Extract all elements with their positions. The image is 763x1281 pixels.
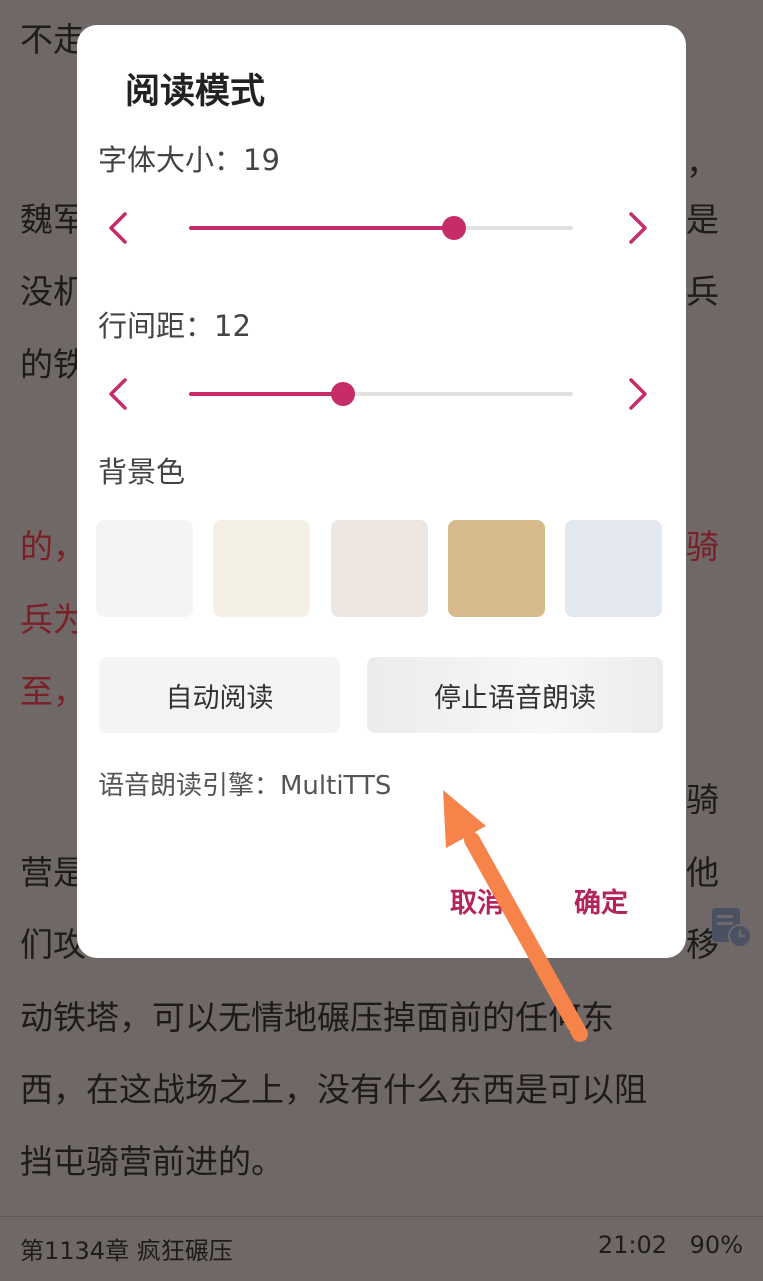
background-swatch-light-blue[interactable] bbox=[565, 520, 662, 617]
reader-line-fragment: 兵 bbox=[686, 272, 719, 311]
font-size-increase-chevron-right-icon[interactable] bbox=[617, 208, 657, 248]
reader-line-fragment: 是 bbox=[686, 200, 719, 239]
reader-line-fragment: 骑 bbox=[686, 527, 719, 566]
reader-line-fragment: ， bbox=[686, 143, 719, 182]
history-clock-icon[interactable] bbox=[706, 902, 756, 952]
reader-line: 动铁塔，可以无情地碾压掉面前的任何东 bbox=[20, 998, 614, 1037]
confirm-button[interactable]: 确定 bbox=[574, 881, 628, 920]
background-swatch-tan[interactable] bbox=[448, 520, 545, 617]
dialog-title: 阅读模式 bbox=[125, 72, 266, 112]
font-size-slider-thumb[interactable] bbox=[441, 216, 466, 240]
tts-engine-setting[interactable]: 语音朗读引擎：MultiTTS bbox=[98, 765, 391, 802]
reader-line-fragment: 骑 bbox=[686, 780, 719, 819]
line-spacing-slider-fill bbox=[189, 392, 343, 396]
stop-tts-button[interactable]: 停止语音朗读 bbox=[367, 657, 663, 733]
reader-line: 挡屯骑营前进的。 bbox=[20, 1142, 284, 1181]
reader-line: 西，在这战场之上，没有什么东西是可以阻 bbox=[20, 1070, 647, 1109]
line-spacing-slider[interactable] bbox=[189, 379, 573, 409]
line-spacing-increase-chevron-right-icon[interactable] bbox=[617, 374, 657, 414]
cancel-button[interactable]: 取消 bbox=[450, 881, 504, 920]
background-color-label: 背景色 bbox=[98, 455, 186, 489]
auto-read-button[interactable]: 自动阅读 bbox=[99, 657, 340, 733]
font-size-label: 字体大小：19 bbox=[98, 143, 280, 177]
line-spacing-slider-thumb[interactable] bbox=[330, 382, 355, 406]
background-swatch-cream[interactable] bbox=[213, 520, 310, 617]
font-size-slider[interactable] bbox=[189, 213, 573, 243]
background-swatch-beige[interactable] bbox=[331, 520, 428, 617]
clock-time: 21:02 bbox=[597, 1231, 667, 1259]
reader-line-fragment: 他 bbox=[686, 853, 719, 892]
font-size-decrease-chevron-left-icon[interactable] bbox=[99, 208, 139, 248]
background-swatch-white[interactable] bbox=[96, 520, 193, 617]
reading-mode-dialog: 阅读模式 字体大小：19 行间距：12 背景色 自动阅读 停止语音朗读 语音朗读… bbox=[77, 25, 686, 958]
line-spacing-decrease-chevron-left-icon[interactable] bbox=[99, 374, 139, 414]
font-size-slider-fill bbox=[189, 226, 454, 230]
battery-level: 90% bbox=[689, 1231, 743, 1259]
reader-footer: 第1134章 疯狂碾压 21:02 90% bbox=[0, 1216, 763, 1281]
line-spacing-label: 行间距：12 bbox=[98, 309, 251, 343]
chapter-title: 第1134章 疯狂碾压 bbox=[20, 1237, 233, 1265]
